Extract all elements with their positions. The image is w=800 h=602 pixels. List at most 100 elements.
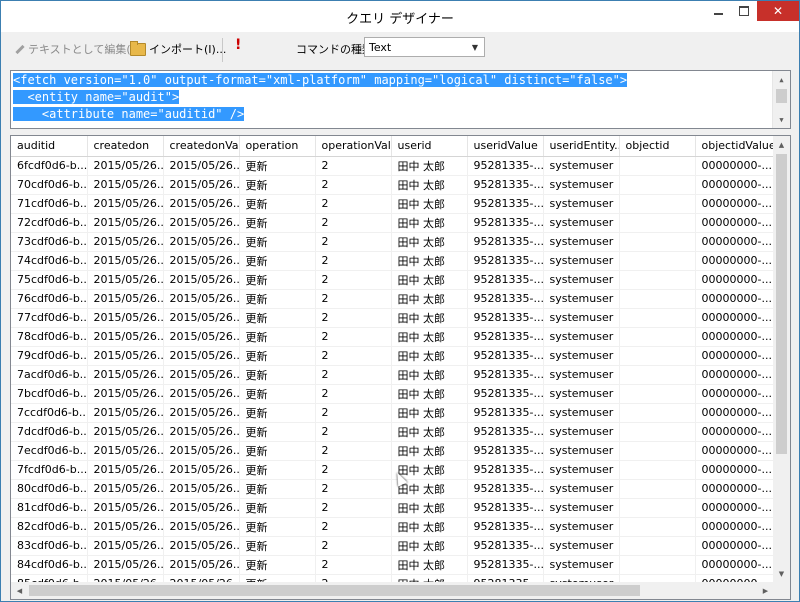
table-cell[interactable]: 00000000-... bbox=[695, 308, 774, 328]
table-cell[interactable]: 00000000-... bbox=[695, 574, 774, 582]
table-cell[interactable]: 2015/05/26... bbox=[163, 365, 240, 385]
table-cell[interactable]: 更新 bbox=[239, 536, 316, 556]
table-cell[interactable]: systemuser bbox=[543, 175, 620, 195]
table-cell[interactable] bbox=[619, 574, 696, 582]
table-cell[interactable]: 95281335-... bbox=[467, 365, 544, 385]
table-cell[interactable]: 2015/05/26... bbox=[163, 555, 240, 575]
table-cell[interactable]: 95281335-... bbox=[467, 213, 544, 233]
table-cell[interactable]: 00000000-... bbox=[695, 555, 774, 575]
table-cell[interactable] bbox=[619, 460, 696, 480]
column-header[interactable]: createdonVa... bbox=[163, 136, 240, 157]
table-cell[interactable]: 72cdf0d6-b... bbox=[11, 213, 88, 233]
table-cell[interactable]: 80cdf0d6-b... bbox=[11, 479, 88, 499]
table-cell[interactable] bbox=[619, 517, 696, 537]
table-cell[interactable]: 2015/05/26... bbox=[87, 555, 164, 575]
table-cell[interactable]: 00000000-... bbox=[695, 479, 774, 499]
column-header[interactable]: objectid bbox=[619, 136, 696, 157]
table-cell[interactable]: systemuser bbox=[543, 460, 620, 480]
table-cell[interactable]: 2 bbox=[315, 156, 392, 176]
table-cell[interactable]: 95281335-... bbox=[467, 327, 544, 347]
column-header[interactable]: operation bbox=[239, 136, 316, 157]
table-cell[interactable]: 田中 太郎 bbox=[391, 441, 468, 461]
table-cell[interactable]: 00000000-... bbox=[695, 422, 774, 442]
table-cell[interactable]: 更新 bbox=[239, 327, 316, 347]
table-cell[interactable]: systemuser bbox=[543, 574, 620, 582]
table-cell[interactable]: 2015/05/26... bbox=[163, 213, 240, 233]
table-cell[interactable]: 00000000-... bbox=[695, 441, 774, 461]
table-cell[interactable]: 2015/05/26... bbox=[87, 327, 164, 347]
table-cell[interactable]: 95281335-... bbox=[467, 517, 544, 537]
table-cell[interactable]: 2015/05/26... bbox=[87, 574, 164, 582]
table-cell[interactable]: 2015/05/26... bbox=[163, 270, 240, 290]
table-cell[interactable]: 更新 bbox=[239, 308, 316, 328]
table-cell[interactable]: 95281335-... bbox=[467, 156, 544, 176]
table-cell[interactable]: 更新 bbox=[239, 574, 316, 582]
table-cell[interactable]: 84cdf0d6-b... bbox=[11, 555, 88, 575]
table-cell[interactable]: 2 bbox=[315, 308, 392, 328]
table-cell[interactable]: 2015/05/26... bbox=[87, 498, 164, 518]
command-type-select[interactable]: Text ▼ bbox=[364, 37, 485, 57]
table-cell[interactable]: 2 bbox=[315, 422, 392, 442]
table-cell[interactable]: 田中 太郎 bbox=[391, 574, 468, 582]
table-cell[interactable]: systemuser bbox=[543, 251, 620, 271]
scroll-left-icon[interactable]: ◀ bbox=[11, 582, 28, 599]
scroll-up-icon[interactable]: ▲ bbox=[773, 136, 790, 153]
table-cell[interactable]: 78cdf0d6-b... bbox=[11, 327, 88, 347]
table-cell[interactable]: 田中 太郎 bbox=[391, 403, 468, 423]
table-cell[interactable]: 2 bbox=[315, 270, 392, 290]
table-cell[interactable]: 73cdf0d6-b... bbox=[11, 232, 88, 252]
table-cell[interactable]: 7bcdf0d6-b... bbox=[11, 384, 88, 404]
table-row[interactable]: 7bcdf0d6-b... 2015/05/26... 2015/05/26... 更… bbox=[11, 384, 774, 404]
table-cell[interactable]: 更新 bbox=[239, 479, 316, 499]
table-cell[interactable]: 6fcdf0d6-b... bbox=[11, 156, 88, 176]
table-cell[interactable]: 更新 bbox=[239, 156, 316, 176]
table-cell[interactable]: 更新 bbox=[239, 441, 316, 461]
table-cell[interactable]: 更新 bbox=[239, 289, 316, 309]
table-cell[interactable] bbox=[619, 441, 696, 461]
table-cell[interactable]: systemuser bbox=[543, 156, 620, 176]
editor-vertical-scrollbar[interactable]: ▲ ▼ bbox=[772, 71, 790, 128]
grid-horizontal-scrollbar[interactable]: ◀ ▶ bbox=[11, 582, 774, 599]
table-cell[interactable] bbox=[619, 384, 696, 404]
table-cell[interactable]: 00000000-... bbox=[695, 232, 774, 252]
fetchxml-editor[interactable]: <fetch version="1.0" output-format="xml-… bbox=[10, 70, 791, 129]
table-cell[interactable] bbox=[619, 479, 696, 499]
table-cell[interactable]: 2 bbox=[315, 574, 392, 582]
table-cell[interactable]: 田中 太郎 bbox=[391, 232, 468, 252]
table-cell[interactable]: systemuser bbox=[543, 365, 620, 385]
table-cell[interactable]: systemuser bbox=[543, 441, 620, 461]
table-cell[interactable]: 2015/05/26... bbox=[87, 536, 164, 556]
table-cell[interactable] bbox=[619, 422, 696, 442]
table-cell[interactable] bbox=[619, 194, 696, 214]
table-cell[interactable]: 田中 太郎 bbox=[391, 536, 468, 556]
table-cell[interactable]: systemuser bbox=[543, 536, 620, 556]
table-row[interactable]: 7ecdf0d6-b... 2015/05/26... 2015/05/26... 更… bbox=[11, 441, 774, 461]
table-cell[interactable]: 2015/05/26... bbox=[87, 270, 164, 290]
table-cell[interactable]: 2015/05/26... bbox=[163, 498, 240, 518]
scroll-up-icon[interactable]: ▲ bbox=[773, 71, 790, 88]
table-row[interactable]: 7acdf0d6-b... 2015/05/26... 2015/05/26... 更… bbox=[11, 365, 774, 385]
table-cell[interactable]: 76cdf0d6-b... bbox=[11, 289, 88, 309]
table-cell[interactable]: 2015/05/26... bbox=[87, 213, 164, 233]
table-cell[interactable]: 95281335-... bbox=[467, 441, 544, 461]
column-header[interactable]: createdon bbox=[87, 136, 164, 157]
table-cell[interactable]: 田中 太郎 bbox=[391, 555, 468, 575]
edit-as-text-button[interactable]: テキストとして編集(E) bbox=[13, 41, 142, 57]
table-cell[interactable]: 更新 bbox=[239, 194, 316, 214]
table-cell[interactable]: 更新 bbox=[239, 460, 316, 480]
table-cell[interactable]: 95281335-... bbox=[467, 175, 544, 195]
table-row[interactable]: 84cdf0d6-b... 2015/05/26... 2015/05/26... 更… bbox=[11, 555, 774, 575]
table-cell[interactable]: systemuser bbox=[543, 327, 620, 347]
table-row[interactable]: 70cdf0d6-b... 2015/05/26... 2015/05/26... 更… bbox=[11, 175, 774, 195]
table-cell[interactable]: 田中 太郎 bbox=[391, 213, 468, 233]
table-cell[interactable]: 95281335-... bbox=[467, 460, 544, 480]
table-cell[interactable]: 95281335-... bbox=[467, 308, 544, 328]
table-cell[interactable]: 田中 太郎 bbox=[391, 289, 468, 309]
table-cell[interactable]: 2015/05/26... bbox=[163, 308, 240, 328]
table-cell[interactable]: 2015/05/26... bbox=[87, 441, 164, 461]
table-cell[interactable]: 2015/05/26... bbox=[163, 574, 240, 582]
table-cell[interactable]: 00000000-... bbox=[695, 194, 774, 214]
table-cell[interactable]: systemuser bbox=[543, 384, 620, 404]
table-cell[interactable]: 2015/05/26... bbox=[87, 194, 164, 214]
table-cell[interactable]: 更新 bbox=[239, 384, 316, 404]
